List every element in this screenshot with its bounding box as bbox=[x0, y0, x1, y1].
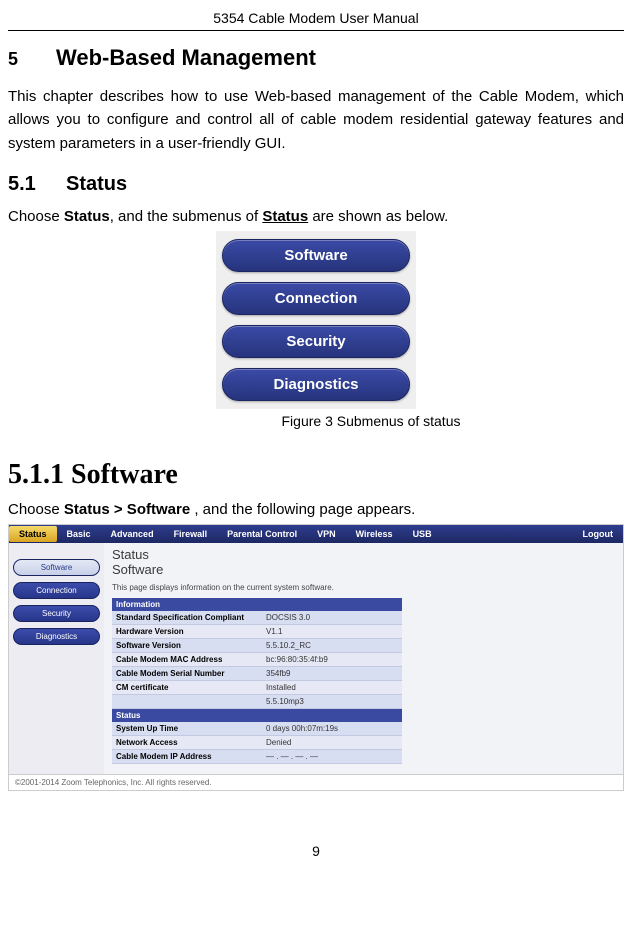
row-label: Standard Specification Compliant bbox=[112, 611, 262, 624]
section-5-1-heading: 5.1 Status bbox=[8, 173, 624, 196]
section-5-1-1-intro: Choose Status > Software , and the follo… bbox=[8, 501, 624, 518]
table-row: CM certificateInstalled bbox=[112, 681, 402, 695]
figure-3-caption: Figure 3 Submenus of status bbox=[8, 413, 624, 429]
row-label: Software Version bbox=[112, 639, 262, 652]
topnav-vpn: VPN bbox=[307, 529, 346, 539]
side-connection: Connection bbox=[13, 582, 100, 599]
side-software: Software bbox=[13, 559, 100, 576]
row-label: CM certificate bbox=[112, 681, 262, 694]
submenu-btn-software: Software bbox=[222, 239, 410, 272]
page-number: 9 bbox=[8, 843, 624, 859]
row-label: Network Access bbox=[112, 736, 262, 749]
page-subtitle: Software bbox=[112, 562, 623, 577]
status-head: Status bbox=[112, 709, 402, 722]
table-row: Standard Specification CompliantDOCSIS 3… bbox=[112, 611, 402, 625]
table-row: Software Version5.5.10.2_RC bbox=[112, 639, 402, 653]
page-desc: This page displays information on the cu… bbox=[112, 583, 623, 592]
text-span: Choose bbox=[8, 208, 64, 225]
topnav-wireless: Wireless bbox=[346, 529, 403, 539]
topnav-advanced: Advanced bbox=[101, 529, 164, 539]
section-5-heading: 5 Web-Based Management bbox=[8, 45, 624, 71]
side-security: Security bbox=[13, 605, 100, 622]
topnav-usb: USB bbox=[403, 529, 442, 539]
topnav-logout: Logout bbox=[573, 529, 624, 539]
breadcrumb: Status bbox=[112, 547, 623, 562]
sw-main: Status Software This page displays infor… bbox=[104, 543, 623, 774]
row-label: Cable Modem IP Address bbox=[112, 750, 262, 763]
submenu-btn-security: Security bbox=[222, 325, 410, 358]
text-span: Choose bbox=[8, 501, 64, 518]
text-bold: Status > Software bbox=[64, 501, 190, 518]
text-underline: Status bbox=[262, 208, 308, 225]
topnav-basic: Basic bbox=[57, 529, 101, 539]
row-label bbox=[112, 695, 262, 708]
row-label: Cable Modem Serial Number bbox=[112, 667, 262, 680]
info-table: Information Standard Specification Compl… bbox=[112, 598, 402, 764]
table-row: Hardware VersionV1.1 bbox=[112, 625, 402, 639]
section-5-title: Web-Based Management bbox=[56, 45, 316, 71]
table-row: Cable Modem IP Address— . — . — . — bbox=[112, 750, 402, 764]
section-5-1-1-title: 5.1.1 Software bbox=[8, 459, 624, 491]
topnav-status: Status bbox=[9, 526, 57, 542]
text-span: , and the following page appears. bbox=[190, 501, 415, 518]
text-bold: Status bbox=[64, 208, 110, 225]
topnav: Status Basic Advanced Firewall Parental … bbox=[9, 525, 623, 543]
table-row: System Up Time0 days 00h:07m:19s bbox=[112, 722, 402, 736]
software-page-screenshot: Status Basic Advanced Firewall Parental … bbox=[8, 524, 624, 791]
row-value: — . — . — . — bbox=[262, 750, 402, 763]
table-row: Cable Modem Serial Number354fb9 bbox=[112, 667, 402, 681]
footer-copyright: ©2001-2014 Zoom Telephonics, Inc. All ri… bbox=[9, 774, 623, 790]
side-diagnostics: Diagnostics bbox=[13, 628, 100, 645]
page-header-title: 5354 Cable Modem User Manual bbox=[8, 10, 624, 31]
text-span: are shown as below. bbox=[308, 208, 448, 225]
table-row: Cable Modem MAC Addressbc:96:80:35:4f:b9 bbox=[112, 653, 402, 667]
table-row: 5.5.10mp3 bbox=[112, 695, 402, 709]
text-span: , and the submenus of bbox=[110, 208, 263, 225]
row-label: System Up Time bbox=[112, 722, 262, 735]
row-value: Installed bbox=[262, 681, 402, 694]
row-label: Cable Modem MAC Address bbox=[112, 653, 262, 666]
section-5-number: 5 bbox=[8, 49, 56, 70]
row-value: V1.1 bbox=[262, 625, 402, 638]
sidebar: Software Connection Security Diagnostics bbox=[9, 543, 104, 774]
submenu-btn-connection: Connection bbox=[222, 282, 410, 315]
sw-body: Software Connection Security Diagnostics… bbox=[9, 543, 623, 774]
row-value: 0 days 00h:07m:19s bbox=[262, 722, 402, 735]
row-value: bc:96:80:35:4f:b9 bbox=[262, 653, 402, 666]
row-value: 354fb9 bbox=[262, 667, 402, 680]
section-5-1-number: 5.1 bbox=[8, 173, 66, 196]
row-value: Denied bbox=[262, 736, 402, 749]
row-value: 5.5.10mp3 bbox=[262, 695, 402, 708]
row-value: DOCSIS 3.0 bbox=[262, 611, 402, 624]
info-head: Information bbox=[112, 598, 402, 611]
table-row: Network AccessDenied bbox=[112, 736, 402, 750]
section-5-1-title: Status bbox=[66, 173, 127, 196]
section-5-1-intro: Choose Status, and the submenus of Statu… bbox=[8, 208, 624, 225]
row-label: Hardware Version bbox=[112, 625, 262, 638]
topnav-parental: Parental Control bbox=[217, 529, 307, 539]
topnav-firewall: Firewall bbox=[164, 529, 218, 539]
submenu-screenshot: Software Connection Security Diagnostics bbox=[216, 231, 416, 409]
section-5-para: This chapter describes how to use Web-ba… bbox=[8, 85, 624, 155]
row-value: 5.5.10.2_RC bbox=[262, 639, 402, 652]
submenu-btn-diagnostics: Diagnostics bbox=[222, 368, 410, 401]
